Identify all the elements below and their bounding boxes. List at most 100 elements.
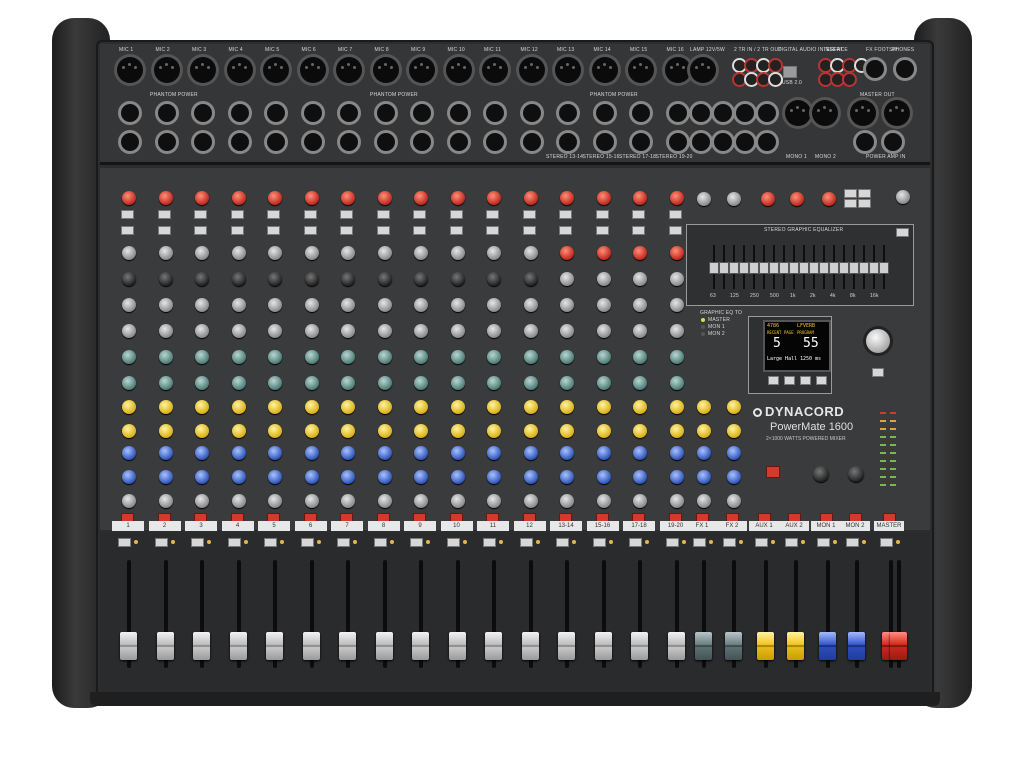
- channel-switch[interactable]: [376, 210, 390, 219]
- mic-xlr-input[interactable]: [336, 57, 362, 83]
- channel-knob[interactable]: [669, 298, 684, 312]
- rca-jack[interactable]: [770, 74, 781, 85]
- return-fader[interactable]: [757, 632, 774, 660]
- mic-xlr-input[interactable]: [372, 57, 399, 83]
- pfl-button[interactable]: [337, 538, 350, 547]
- insert-jack[interactable]: [668, 133, 687, 151]
- fx-red-knob[interactable]: [761, 192, 775, 206]
- eq-slider[interactable]: [819, 262, 829, 274]
- channel-knob[interactable]: [633, 350, 647, 364]
- rca-jack[interactable]: [832, 74, 843, 85]
- channel-knob[interactable]: [304, 246, 319, 260]
- channel-knob[interactable]: [158, 470, 173, 484]
- mic-xlr-input[interactable]: [518, 57, 545, 83]
- channel-knob[interactable]: [377, 470, 392, 484]
- line-input-jack[interactable]: [230, 104, 249, 122]
- channel-knob[interactable]: [633, 376, 647, 390]
- eq-slider[interactable]: [839, 262, 849, 274]
- channel-knob[interactable]: [450, 298, 465, 312]
- channel-knob[interactable]: [414, 246, 428, 260]
- mon-level-knob[interactable]: [848, 466, 864, 482]
- mic-xlr-input[interactable]: [555, 57, 581, 83]
- footswitch-jack[interactable]: [866, 60, 884, 78]
- insert-jack[interactable]: [376, 133, 395, 151]
- channel-fader[interactable]: [521, 632, 539, 660]
- channel-knob[interactable]: [633, 272, 647, 286]
- channel-switch[interactable]: [668, 210, 682, 219]
- channel-switch[interactable]: [121, 226, 134, 235]
- channel-knob[interactable]: [414, 424, 428, 438]
- mono-out-xlr-2[interactable]: [812, 100, 838, 126]
- channel-knob[interactable]: [341, 424, 355, 438]
- channel-knob[interactable]: [377, 350, 392, 364]
- channel-knob[interactable]: [341, 324, 355, 338]
- channel-knob[interactable]: [158, 494, 173, 508]
- channel-switch[interactable]: [340, 226, 353, 235]
- channel-knob[interactable]: [158, 191, 173, 205]
- return-jack[interactable]: [758, 133, 776, 151]
- return-jack[interactable]: [692, 104, 710, 122]
- eq-slider[interactable]: [789, 262, 799, 274]
- fx-button-3[interactable]: [800, 376, 811, 385]
- insert-jack[interactable]: [121, 133, 139, 151]
- channel-knob[interactable]: [523, 494, 538, 508]
- channel-knob[interactable]: [195, 272, 209, 286]
- line-input-jack[interactable]: [595, 104, 614, 122]
- insert-jack[interactable]: [522, 133, 541, 151]
- small-switch[interactable]: [858, 189, 871, 198]
- eq-slider[interactable]: [759, 262, 769, 274]
- channel-knob[interactable]: [669, 424, 684, 438]
- eq-slider[interactable]: [859, 262, 869, 274]
- line-input-jack[interactable]: [194, 104, 212, 122]
- channel-switch[interactable]: [340, 210, 353, 219]
- fx-knob[interactable]: [727, 192, 741, 206]
- small-switch[interactable]: [896, 228, 909, 237]
- channel-knob[interactable]: [268, 494, 282, 508]
- channel-knob[interactable]: [450, 350, 465, 364]
- fx-red-knob[interactable]: [822, 192, 836, 206]
- channel-switch[interactable]: [230, 226, 244, 235]
- channel-knob[interactable]: [195, 470, 209, 484]
- line-input-jack[interactable]: [486, 104, 504, 122]
- channel-knob[interactable]: [560, 324, 574, 338]
- channel-knob[interactable]: [414, 494, 428, 508]
- channel-knob[interactable]: [341, 246, 355, 260]
- mic-xlr-input[interactable]: [628, 57, 654, 83]
- rca-jack[interactable]: [820, 60, 831, 71]
- rca-jack[interactable]: [746, 74, 757, 85]
- channel-switch[interactable]: [376, 226, 390, 235]
- channel-knob[interactable]: [596, 424, 611, 438]
- channel-knob[interactable]: [195, 350, 209, 364]
- channel-knob[interactable]: [450, 376, 465, 390]
- channel-knob[interactable]: [268, 446, 282, 460]
- return-pfl-button[interactable]: [817, 538, 830, 547]
- pfl-button[interactable]: [446, 538, 460, 547]
- channel-fader[interactable]: [594, 632, 612, 660]
- channel-knob[interactable]: [122, 298, 136, 312]
- channel-knob[interactable]: [487, 298, 501, 312]
- channel-knob[interactable]: [487, 350, 501, 364]
- rca-jack[interactable]: [758, 60, 769, 71]
- insert-jack[interactable]: [559, 133, 577, 151]
- pfl-button[interactable]: [483, 538, 496, 547]
- channel-knob[interactable]: [268, 350, 282, 364]
- insert-jack[interactable]: [486, 133, 504, 151]
- channel-knob[interactable]: [195, 400, 209, 414]
- channel-knob[interactable]: [195, 376, 209, 390]
- eq-slider[interactable]: [799, 262, 809, 274]
- line-input-jack[interactable]: [522, 104, 541, 122]
- channel-knob[interactable]: [669, 494, 684, 508]
- fx-red-knob[interactable]: [790, 192, 804, 206]
- channel-knob[interactable]: [195, 494, 209, 508]
- channel-switch[interactable]: [522, 226, 536, 235]
- mic-xlr-input[interactable]: [226, 57, 253, 83]
- channel-fader[interactable]: [229, 632, 247, 660]
- channel-knob[interactable]: [560, 446, 574, 460]
- channel-knob[interactable]: [122, 324, 136, 338]
- channel-knob[interactable]: [596, 350, 611, 364]
- channel-knob[interactable]: [450, 246, 465, 260]
- pfl-button[interactable]: [300, 538, 314, 547]
- channel-knob[interactable]: [268, 424, 282, 438]
- return-pfl-button[interactable]: [693, 538, 706, 547]
- small-switch[interactable]: [858, 199, 871, 208]
